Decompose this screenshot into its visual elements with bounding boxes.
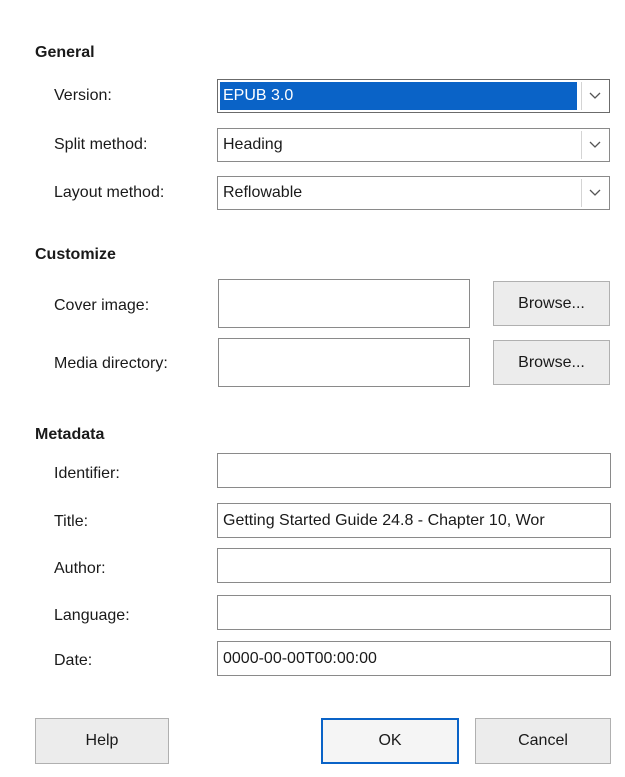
split-method-value: Heading <box>223 136 283 153</box>
general-section-title: General <box>35 44 95 61</box>
language-input[interactable] <box>217 595 611 630</box>
split-method-dropdown-button[interactable] <box>581 131 607 159</box>
version-label: Version: <box>54 87 112 104</box>
media-directory-value <box>224 339 469 386</box>
version-dropdown-button[interactable] <box>581 82 607 110</box>
chevron-down-icon <box>589 141 600 148</box>
cover-image-label: Cover image: <box>54 297 150 314</box>
epub-export-dialog: General Version: EPUB 3.0 Split method: … <box>0 0 625 777</box>
customize-section-title: Customize <box>35 246 116 263</box>
identifier-value <box>223 454 610 487</box>
date-input[interactable]: 0000-00-00T00:00:00 <box>217 641 611 676</box>
date-label: Date: <box>54 652 93 669</box>
layout-method-dropdown-button[interactable] <box>581 179 607 207</box>
help-button[interactable]: Help <box>35 718 169 764</box>
author-input[interactable] <box>217 548 611 583</box>
author-label: Author: <box>54 560 106 577</box>
author-value <box>223 549 610 582</box>
language-label: Language: <box>54 607 130 624</box>
split-method-select[interactable]: Heading <box>217 128 610 162</box>
language-value <box>223 596 610 629</box>
cover-image-input[interactable] <box>218 279 470 328</box>
identifier-input[interactable] <box>217 453 611 488</box>
version-value: EPUB 3.0 <box>220 82 577 110</box>
layout-method-label: Layout method: <box>54 184 165 201</box>
title-value: Getting Started Guide 24.8 - Chapter 10,… <box>223 511 545 529</box>
metadata-section-title: Metadata <box>35 426 105 443</box>
title-label: Title: <box>54 513 89 530</box>
media-directory-browse-button[interactable]: Browse... <box>493 340 610 385</box>
identifier-label: Identifier: <box>54 465 120 482</box>
title-input[interactable]: Getting Started Guide 24.8 - Chapter 10,… <box>217 503 611 538</box>
split-method-label: Split method: <box>54 136 148 153</box>
media-directory-input[interactable] <box>218 338 470 387</box>
chevron-down-icon <box>589 189 600 196</box>
layout-method-value: Reflowable <box>223 184 303 201</box>
chevron-down-icon <box>589 92 600 99</box>
layout-method-select[interactable]: Reflowable <box>217 176 610 210</box>
version-select[interactable]: EPUB 3.0 <box>217 79 610 113</box>
ok-button[interactable]: OK <box>321 718 459 764</box>
cancel-button[interactable]: Cancel <box>475 718 611 764</box>
cover-image-value <box>224 280 469 327</box>
date-value: 0000-00-00T00:00:00 <box>223 649 377 667</box>
cover-image-browse-button[interactable]: Browse... <box>493 281 610 326</box>
media-directory-label: Media directory: <box>54 355 168 372</box>
